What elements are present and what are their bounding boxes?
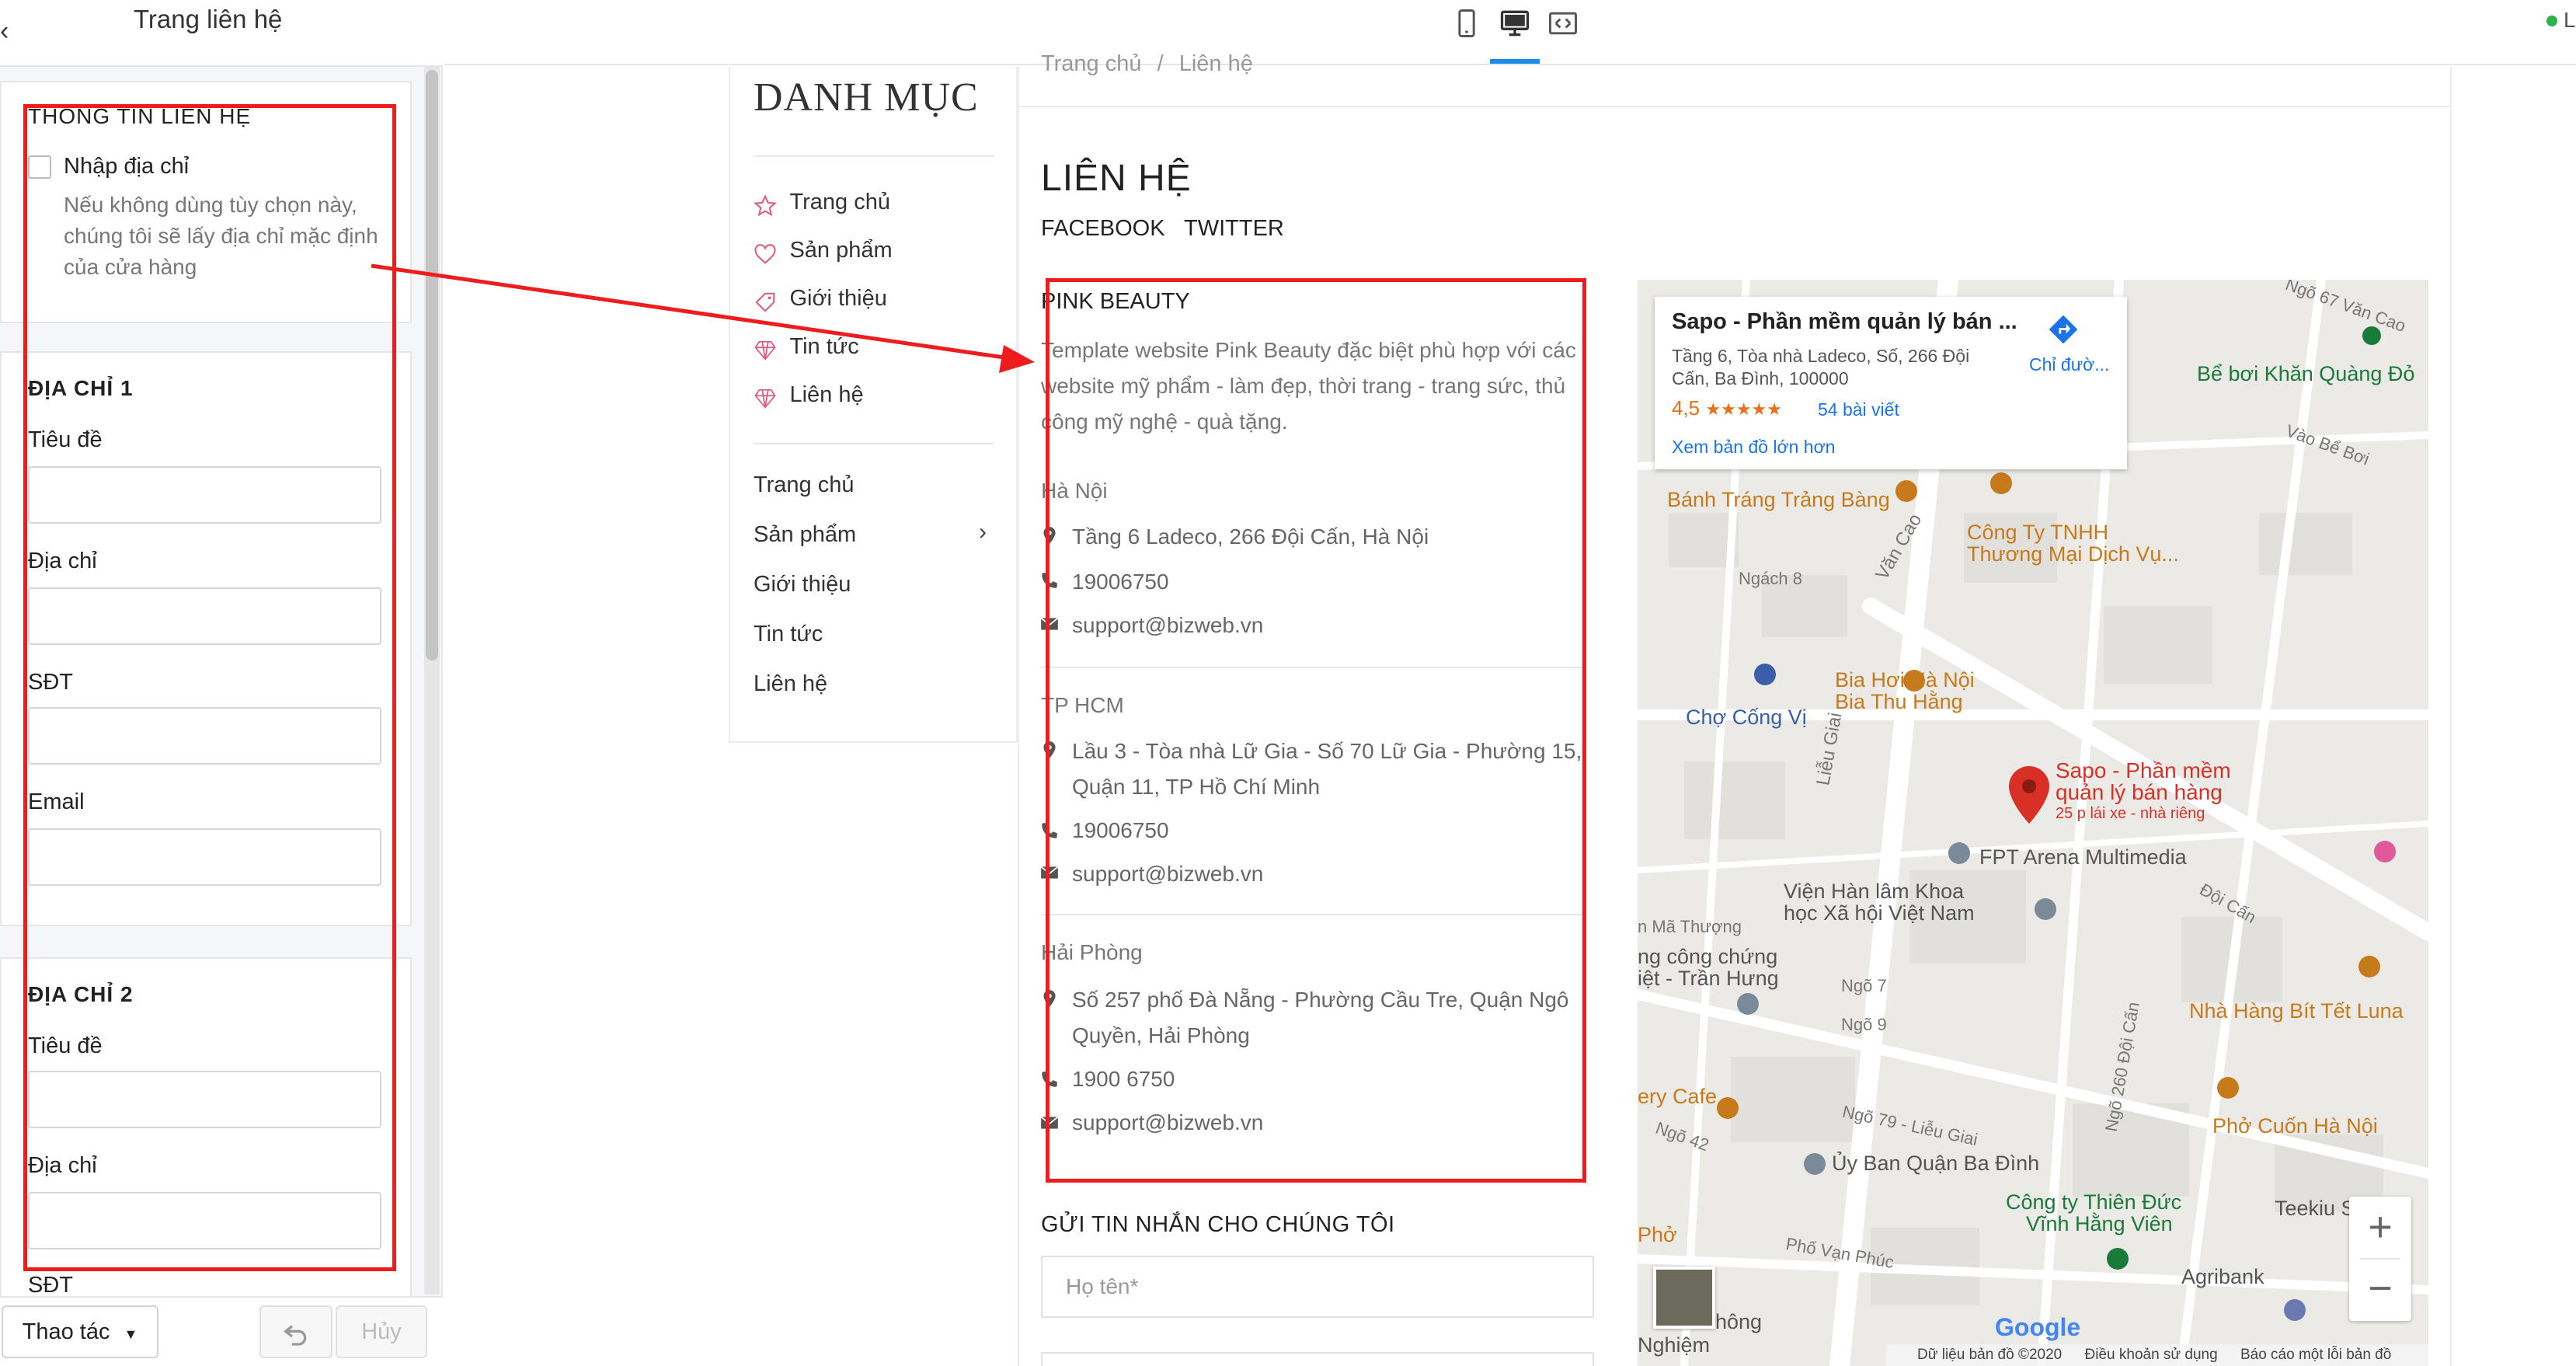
panel-footer: Thao tác ▼ Hủy xyxy=(0,1296,443,1366)
street-label: n Mã Thượng xyxy=(1638,917,1742,936)
place-label[interactable]: Agribank xyxy=(2181,1265,2264,1289)
google-map[interactable]: Văn Cao Liễu Giai Ngách 8 Vào Bể Bơi Ngõ… xyxy=(1638,280,2428,1366)
place-info-card: Sapo - Phần mềm quản lý bán ... Tầng 6, … xyxy=(1655,297,2127,469)
place-label[interactable]: Chợ Cống Vị xyxy=(1686,706,1807,730)
undo-icon xyxy=(283,1325,307,1346)
park-pin-icon xyxy=(2362,326,2381,345)
sidebar-item-home[interactable]: Trang chủ xyxy=(754,190,890,218)
back-arrow-icon[interactable]: ‹ xyxy=(0,12,19,50)
diamond-icon xyxy=(754,389,776,409)
contact-form-heading: GỬI TIN NHẮN CHO CHÚNG TÔI xyxy=(1041,1212,1395,1237)
place-label[interactable]: Nghiệm xyxy=(1638,1333,1710,1357)
map-terms-link[interactable]: Điều khoản sử dụng xyxy=(2085,1347,2218,1363)
address-2-phone-label: SĐT xyxy=(28,1273,73,1298)
directions-icon[interactable] xyxy=(2046,312,2080,347)
place-label[interactable]: Phở Cuốn Hà Nội xyxy=(2212,1114,2378,1138)
map-data-credit: Dữ liệu bản đồ ©2020 xyxy=(1917,1347,2063,1363)
place-label[interactable]: Teekiu S xyxy=(2275,1197,2355,1221)
status-dot-icon xyxy=(2546,16,2557,26)
breadcrumb-separator: / xyxy=(1157,51,1164,76)
category-divider xyxy=(754,155,994,157)
zoom-in-button[interactable]: + xyxy=(2349,1197,2411,1259)
larger-map-link[interactable]: Xem bản đồ lớn hơn xyxy=(1672,437,1835,458)
place-title: Sapo - Phần mềm quản lý bán ... xyxy=(1672,309,2017,334)
sapo-label[interactable]: quản lý bán hàng xyxy=(2056,780,2223,805)
panel-header: ‹ Trang liên hệ xyxy=(0,0,443,67)
actions-label: Thao tác xyxy=(22,1319,110,1344)
menu-item-news[interactable]: Tin tức xyxy=(754,622,823,647)
street-label: Ngõ 7 xyxy=(1841,976,1887,995)
directions-link[interactable]: Chỉ đườ... xyxy=(2029,354,2109,375)
reviews-link[interactable]: 54 bài viết xyxy=(1818,399,1899,420)
place-label[interactable]: Nhà Hàng Bít Tết Luna xyxy=(2189,999,2404,1023)
menu-item-home[interactable]: Trang chủ xyxy=(754,472,855,498)
sapo-subtitle: 25 p lái xe - nhà riêng xyxy=(2056,805,2205,822)
annotation-arrow xyxy=(371,263,1035,373)
category-sidebar: DANH MỤC Trang chủ Sản phẩm Giới thiệu T… xyxy=(729,67,1018,743)
star-icon xyxy=(754,193,777,217)
place-label[interactable]: iệt - Trần Hưng xyxy=(1638,967,1779,991)
breadcrumb-home[interactable]: Trang chủ xyxy=(1041,51,1142,76)
annotation-box-settings xyxy=(23,104,396,1271)
mobile-view-icon[interactable] xyxy=(1450,6,1484,40)
category-title: DANH MỤC xyxy=(754,75,979,120)
zoom-controls: + − xyxy=(2349,1197,2411,1321)
street-label: Ngách 8 xyxy=(1739,569,1802,588)
sidebar-item-contact[interactable]: Liên hệ xyxy=(754,382,864,410)
active-device-indicator xyxy=(1490,59,1540,64)
place-label[interactable]: Vĩnh Hằng Viên xyxy=(2026,1212,2173,1236)
google-logo: Google xyxy=(1995,1313,2081,1341)
menu-item-products[interactable]: Sản phẩm xyxy=(754,522,856,548)
shop-pin-icon xyxy=(1754,664,1776,685)
place-label[interactable]: Phở xyxy=(1638,1223,1677,1247)
place-label[interactable]: học Xã hội Việt Nam xyxy=(1784,901,1975,925)
actions-button[interactable]: Thao tác ▼ xyxy=(2,1305,158,1358)
place-label[interactable]: Công Ty TNHH xyxy=(1967,521,2108,545)
zoom-out-button[interactable]: − xyxy=(2349,1259,2411,1321)
place-label[interactable]: Thương Mại Dịch Vụ... xyxy=(1967,542,2179,566)
next-form-input[interactable] xyxy=(1041,1352,1594,1366)
place-label[interactable]: ng công chứng xyxy=(1638,945,1777,969)
caret-down-icon: ▼ xyxy=(124,1326,138,1342)
fullscreen-view-icon[interactable] xyxy=(1546,6,1580,40)
menu-item-contact[interactable]: Liên hệ xyxy=(754,671,827,697)
breadcrumb-current: Liên hệ xyxy=(1178,51,1253,76)
map-footer: Dữ liệu bản đồ ©2020 Điều khoản sử dụng … xyxy=(1886,1344,2428,1366)
desktop-view-icon[interactable] xyxy=(1498,6,1532,40)
place-label[interactable]: Công ty Thiên Đức xyxy=(2006,1190,2181,1214)
rating-value: 4,5 xyxy=(1672,396,1701,420)
place-label[interactable]: Bể bơi Khăn Quàng Đỏ xyxy=(2197,362,2414,386)
place-address: Tầng 6, Tòa nhà Ladeco, Số, 266 Đội Cấn,… xyxy=(1672,346,1970,389)
page-title: LIÊN HỆ xyxy=(1041,158,1192,199)
place-label[interactable]: ery Cafe xyxy=(1638,1085,1717,1109)
sidebar-item-label: Trang chủ xyxy=(789,190,890,214)
satellite-toggle[interactable] xyxy=(1653,1267,1715,1329)
place-label[interactable]: hông xyxy=(1715,1310,1762,1334)
place-label[interactable]: Viện Hàn lâm Khoa xyxy=(1784,880,1964,904)
undo-button[interactable] xyxy=(259,1305,332,1358)
breadcrumb: Trang chủ / Liên hệ xyxy=(1041,51,1253,77)
name-input[interactable]: Họ tên* xyxy=(1041,1256,1594,1318)
status-text: L xyxy=(2564,8,2576,32)
place-label[interactable]: Bánh Tráng Trảng Bàng xyxy=(1667,488,1890,512)
menu-divider xyxy=(754,443,994,444)
menu-item-about[interactable]: Giới thiệu xyxy=(754,572,851,598)
place-label[interactable]: Ủy Ban Quận Ba Đình xyxy=(1832,1152,2039,1176)
social-twitter-link[interactable]: TWITTER xyxy=(1184,216,1284,242)
cancel-button[interactable]: Hủy xyxy=(336,1305,427,1358)
map-report-link[interactable]: Báo cáo một lỗi bản đồ xyxy=(2240,1347,2391,1363)
stars-icon: ★★★★★ xyxy=(1705,399,1783,419)
panel-title: Trang liên hệ xyxy=(134,5,283,33)
chevron-right-icon[interactable]: › xyxy=(979,519,987,545)
street-label: Ngõ 9 xyxy=(1841,1015,1887,1034)
social-facebook-link[interactable]: FACEBOOK xyxy=(1041,216,1165,242)
annotation-box-preview xyxy=(1046,278,1586,1183)
place-label[interactable]: Bia Thu Hằng xyxy=(1835,690,1963,714)
place-rating: 4,5 ★★★★★ xyxy=(1672,396,1782,420)
breadcrumb-divider xyxy=(1018,106,2452,107)
place-label[interactable]: FPT Arena Multimedia xyxy=(1979,845,2187,869)
place-label[interactable]: Bia Hơi Hà Nội xyxy=(1835,668,1975,692)
sidebar-item-label: Liên hệ xyxy=(789,382,864,407)
